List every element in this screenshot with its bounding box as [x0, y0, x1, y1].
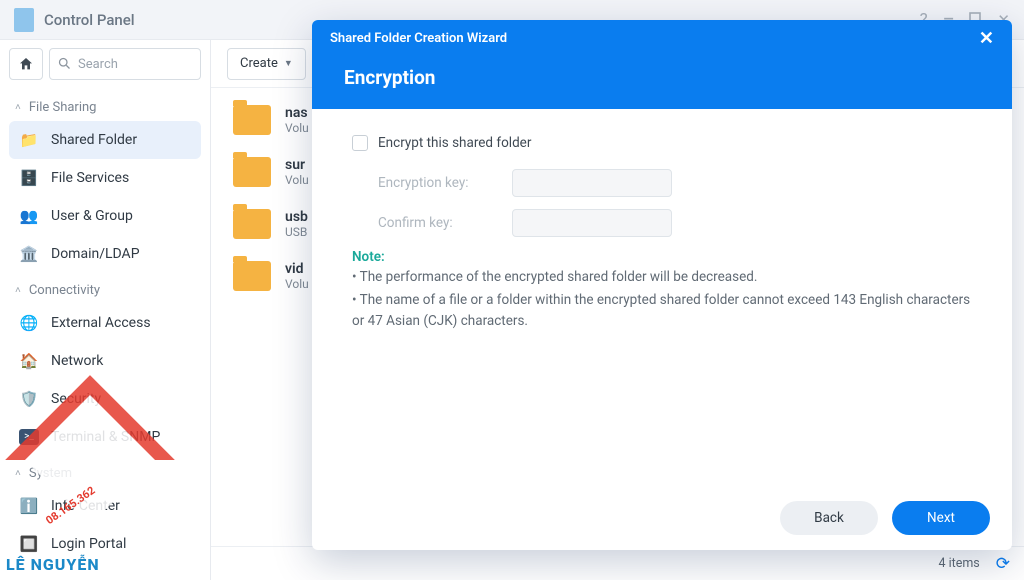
- domain-icon: 🏛️: [19, 244, 39, 264]
- search-icon: [57, 56, 72, 75]
- home-icon: [18, 56, 34, 72]
- wizard-modal: Shared Folder Creation Wizard ✕ Encrypti…: [312, 20, 1012, 550]
- sidebar-item-terminal-snmp[interactable]: >_ Terminal & SNMP: [9, 418, 201, 456]
- folder-sub: Volu: [285, 277, 309, 291]
- next-button[interactable]: Next: [892, 501, 990, 535]
- folder-name: usb: [285, 209, 308, 225]
- sidebar-item-label: User & Group: [51, 208, 133, 224]
- confirm-key-label: Confirm key:: [378, 215, 498, 231]
- item-count: 4 items: [938, 556, 979, 571]
- section-connectivity[interactable]: ˄ Connectivity: [9, 277, 201, 304]
- sidebar-item-shared-folder[interactable]: 📁 Shared Folder: [9, 121, 201, 159]
- info-icon: ℹ️: [19, 496, 39, 516]
- section-label: System: [29, 466, 72, 481]
- refresh-icon[interactable]: ⟳: [996, 554, 1010, 574]
- sidebar-item-label: Domain/LDAP: [51, 246, 140, 262]
- section-label: File Sharing: [29, 100, 97, 115]
- note-line: • The performance of the encrypted share…: [352, 267, 972, 288]
- sidebar-item-security[interactable]: 🛡️ Security: [9, 380, 201, 418]
- modal-title: Shared Folder Creation Wizard: [330, 31, 507, 46]
- chevron-down-icon: ▼: [284, 58, 293, 69]
- folder-sub: Volu: [285, 173, 309, 187]
- folder-icon: [233, 105, 271, 135]
- create-button[interactable]: Create ▼: [227, 48, 306, 80]
- modal-heading: Encryption: [312, 56, 1012, 109]
- house-signal-icon: 🏠: [19, 351, 39, 371]
- shield-icon: 🛡️: [19, 389, 39, 409]
- sidebar-item-info-center[interactable]: ℹ️ Info Center: [9, 487, 201, 525]
- folder-icon: [233, 157, 271, 187]
- section-system[interactable]: ˄ System: [9, 460, 201, 487]
- sidebar-item-domain-ldap[interactable]: 🏛️ Domain/LDAP: [9, 235, 201, 273]
- sidebar-item-label: Terminal & SNMP: [51, 429, 160, 445]
- chevron-up-icon: ˄: [15, 285, 21, 296]
- sidebar-item-label: Security: [51, 391, 101, 407]
- sidebar-item-label: Info Center: [51, 498, 120, 514]
- sidebar-item-label: Shared Folder: [51, 132, 137, 148]
- modal-header: Shared Folder Creation Wizard ✕: [312, 20, 1012, 56]
- statusbar: 4 items ⟳: [211, 546, 1024, 580]
- users-icon: 👥: [19, 206, 39, 226]
- folder-icon: [233, 209, 271, 239]
- sidebar-item-user-group[interactable]: 👥 User & Group: [9, 197, 201, 235]
- folder-sub: Volu: [285, 121, 309, 135]
- folder-sub: USB: [285, 225, 308, 239]
- note-line: • The name of a file or a folder within …: [352, 290, 972, 332]
- close-icon[interactable]: ✕: [979, 28, 994, 49]
- watermark-text: LÊ NGUYỄN: [6, 555, 100, 574]
- button-label: Create: [240, 56, 278, 71]
- section-file-sharing[interactable]: ˄ File Sharing: [9, 94, 201, 121]
- encryption-key-input: [512, 169, 672, 197]
- back-button[interactable]: Back: [780, 501, 878, 535]
- modal-footer: Back Next: [312, 486, 1012, 550]
- terminal-icon: >_: [19, 429, 39, 445]
- portal-icon: 🔲: [19, 534, 39, 554]
- sidebar-item-external-access[interactable]: 🌐 External Access: [9, 304, 201, 342]
- sidebar-item-label: Login Portal: [51, 536, 126, 552]
- note-heading: Note:: [352, 249, 972, 265]
- folder-name: vid: [285, 261, 309, 277]
- folder-name: nas: [285, 105, 309, 121]
- sidebar-item-label: Network: [51, 353, 103, 369]
- encrypt-label: Encrypt this shared folder: [378, 135, 531, 151]
- globe-icon: 🌐: [19, 313, 39, 333]
- encrypt-checkbox[interactable]: [352, 135, 368, 151]
- chevron-up-icon: ˄: [15, 102, 21, 113]
- section-label: Connectivity: [29, 283, 100, 298]
- app-icon: [14, 8, 34, 32]
- app-title: Control Panel: [44, 11, 135, 29]
- encryption-key-label: Encryption key:: [378, 175, 498, 191]
- sidebar-item-label: File Services: [51, 170, 129, 186]
- sidebar-item-label: External Access: [51, 315, 151, 331]
- sidebar: ˄ File Sharing 📁 Shared Folder 🗄️ File S…: [0, 40, 211, 580]
- file-box-icon: 🗄️: [19, 168, 39, 188]
- home-button[interactable]: [9, 48, 43, 80]
- folder-name: sur: [285, 157, 309, 173]
- sidebar-item-file-services[interactable]: 🗄️ File Services: [9, 159, 201, 197]
- folder-user-icon: 📁: [19, 130, 39, 150]
- sidebar-item-network[interactable]: 🏠 Network: [9, 342, 201, 380]
- confirm-key-input: [512, 209, 672, 237]
- folder-icon: [233, 261, 271, 291]
- chevron-up-icon: ˄: [15, 468, 21, 479]
